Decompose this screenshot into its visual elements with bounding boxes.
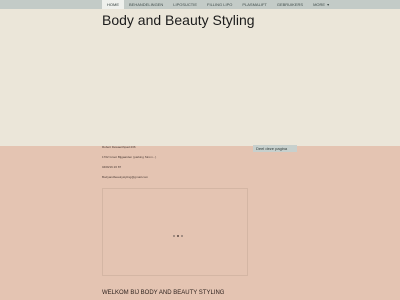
- image-slider: [102, 188, 248, 276]
- site-title[interactable]: Body and Beauty Styling: [102, 12, 255, 28]
- share-page-button[interactable]: Deel deze pagina: [253, 145, 297, 152]
- nav-item-more[interactable]: More ▾: [308, 0, 334, 9]
- contact-info: Robert Dewaerthpad 236 1702 Groot Bijgaa…: [102, 145, 156, 185]
- nav-menu: HOME BEHANDELINGEN LIPOSUCTIE FILLING LI…: [102, 0, 334, 9]
- nav-item-liposuctie[interactable]: LIPOSUCTIE: [168, 0, 202, 9]
- slider-dot[interactable]: [181, 235, 183, 237]
- phone-line: 0469/16 26 87: [102, 165, 122, 169]
- chevron-down-icon: ▾: [327, 2, 330, 7]
- welcome-heading: WELKOM BIJ BODY AND BEAUTY STYLING: [102, 290, 225, 296]
- top-navigation: HOME BEHANDELINGEN LIPOSUCTIE FILLING LI…: [0, 0, 400, 9]
- nav-item-gebruikers[interactable]: GEBRUIKERS: [272, 0, 308, 9]
- nav-more-label: More: [313, 2, 326, 7]
- address-line: Robert Dewaerthpad 236: [102, 145, 136, 149]
- nav-item-behandelingen[interactable]: BEHANDELINGEN: [124, 0, 168, 9]
- nav-item-plasmalift[interactable]: PLASMALIFT: [237, 0, 271, 9]
- header-band: [0, 9, 400, 146]
- nav-item-filling-lipo[interactable]: FILLING LIPO: [202, 0, 237, 9]
- city-line: 1702 Groot Bijgaarden (parking Strom...): [102, 155, 157, 159]
- slider-dot[interactable]: [173, 235, 175, 237]
- email-line[interactable]: Bodyandbeautystyling@gmail.com: [102, 175, 156, 185]
- nav-item-home[interactable]: HOME: [102, 0, 124, 9]
- slider-dot-active[interactable]: [177, 235, 179, 237]
- slider-dots: [173, 235, 183, 237]
